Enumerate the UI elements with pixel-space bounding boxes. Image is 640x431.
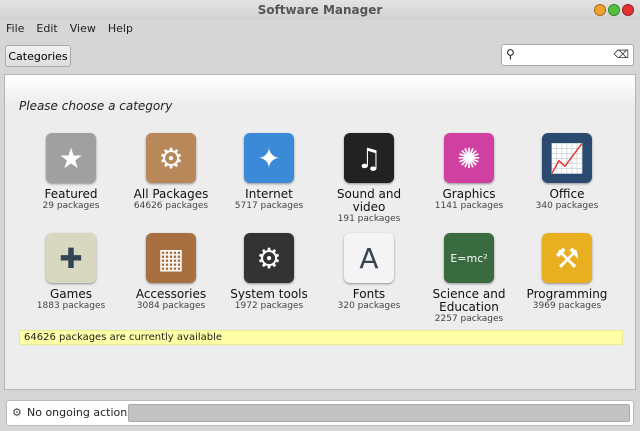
category-name: Programming [526,287,608,301]
category-name: Featured [44,187,98,201]
close-button[interactable] [622,4,634,16]
category-name: Accessories [135,287,207,301]
category-name: Internet [245,187,293,201]
category-count: 191 packages [337,214,401,224]
cog-icon: ⚙ [244,233,294,283]
search-input[interactable]: ⚲ ⌫ [501,44,634,66]
category-games[interactable]: ✚ Games 1883 packages [21,233,121,312]
menu-help[interactable]: Help [108,22,133,35]
category-count: 64626 packages [133,201,209,211]
progress-bar [128,404,630,422]
status-bar: ⚙ No ongoing actions [6,400,634,426]
category-count: 2257 packages [434,314,504,324]
category-panel: Please choose a category ★ Featured 29 p… [4,74,636,390]
category-count: 320 packages [337,301,401,311]
color-wheel-icon: ✺ [444,133,494,183]
menu-bar: File Edit View Help [6,22,133,35]
category-name: All Packages [133,187,209,201]
font-icon: A [344,233,394,283]
title-bar: Software Manager [0,0,640,20]
category-internet[interactable]: ✦ Internet 5717 packages [219,133,319,212]
prompt-text: Please choose a category [19,99,173,113]
window-title: Software Manager [257,3,383,17]
category-all-packages[interactable]: ⚙ All Packages 64626 packages [121,133,221,212]
chart-icon: 📈 [542,133,592,183]
category-count: 1972 packages [234,301,304,311]
category-sound-and-video[interactable]: ♫ Sound and video 191 packages [319,133,419,225]
gamepad-icon: ✚ [46,233,96,283]
package-icon: ⚙ [146,133,196,183]
clapperboard-music-icon: ♫ [344,133,394,183]
status-text: No ongoing actions [27,406,133,419]
category-accessories[interactable]: ▦ Accessories 3084 packages [121,233,221,312]
category-count: 5717 packages [234,201,304,211]
clear-icon[interactable]: ⌫ [613,48,629,61]
gear-icon: ⚙ [12,406,22,419]
star-icon: ★ [46,133,96,183]
category-name: Science and Education [432,287,506,314]
category-programming[interactable]: ⚒ Programming 3969 packages [517,233,617,312]
category-featured[interactable]: ★ Featured 29 packages [21,133,121,212]
categories-button[interactable]: Categories [5,45,71,67]
category-name: Graphics [442,187,496,201]
category-graphics[interactable]: ✺ Graphics 1141 packages [419,133,519,212]
menu-view[interactable]: View [70,22,96,35]
category-office[interactable]: 📈 Office 340 packages [517,133,617,212]
category-science-and-education[interactable]: E=mc² Science and Education 2257 package… [419,233,519,325]
category-count: 3084 packages [136,301,206,311]
category-name: Sound and video [336,187,402,214]
menu-file[interactable]: File [6,22,24,35]
chalkboard-icon: E=mc² [444,233,494,283]
info-bar: 64626 packages are currently available [19,330,623,345]
category-count: 3969 packages [532,301,602,311]
category-name: System tools [230,287,308,301]
calculator-icon: ▦ [146,233,196,283]
category-name: Fonts [352,287,386,301]
category-count: 29 packages [42,201,100,211]
category-system-tools[interactable]: ⚙ System tools 1972 packages [219,233,319,312]
menu-edit[interactable]: Edit [36,22,57,35]
category-name: Games [50,287,92,301]
category-count: 1141 packages [434,201,504,211]
category-fonts[interactable]: A Fonts 320 packages [319,233,419,312]
maximize-button[interactable] [608,4,620,16]
globe-icon: ✦ [244,133,294,183]
minimize-button[interactable] [594,4,606,16]
category-count: 340 packages [535,201,599,211]
category-count: 1883 packages [36,301,106,311]
construction-icon: ⚒ [542,233,592,283]
search-icon: ⚲ [506,47,515,61]
category-name: Office [549,187,585,201]
